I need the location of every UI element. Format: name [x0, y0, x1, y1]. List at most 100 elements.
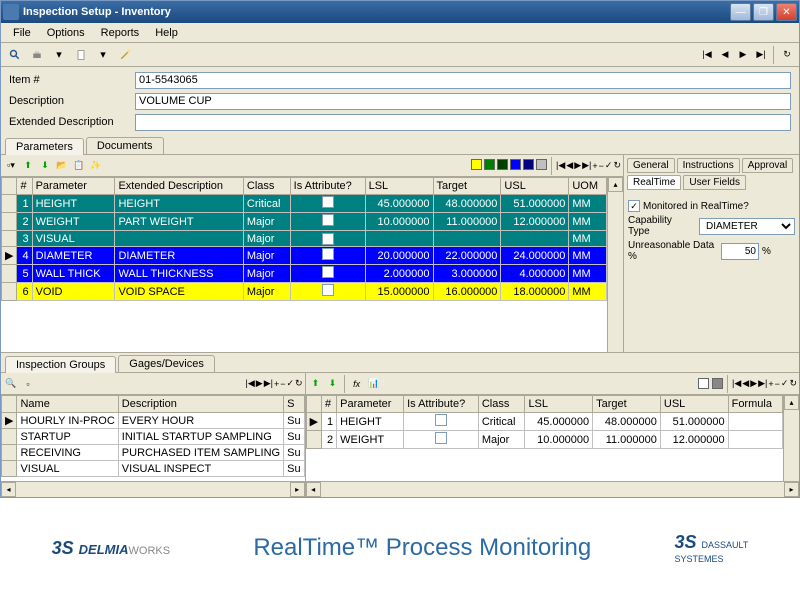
gpn-ok[interactable]: ✓: [781, 378, 789, 389]
color-gray[interactable]: [712, 378, 723, 389]
col-header[interactable]: Parameter: [337, 396, 404, 413]
gn-last[interactable]: ▶|: [264, 378, 273, 389]
chart-icon[interactable]: 📊: [366, 376, 382, 392]
col-header[interactable]: USL: [660, 396, 728, 413]
col-header[interactable]: Extended Description: [115, 178, 243, 195]
gp-row[interactable]: ▶1HEIGHTCritical45.00000048.00000051.000…: [306, 413, 782, 431]
refresh-icon[interactable]: ↻: [779, 47, 795, 63]
gpn-del[interactable]: −: [775, 379, 780, 389]
group-params-grid-wrapper[interactable]: #ParameterIs Attribute?ClassLSLTargetUSL…: [306, 395, 799, 481]
unreason-input[interactable]: [721, 243, 759, 260]
gpn-prev[interactable]: ◀: [742, 378, 749, 389]
dropdown-icon-2[interactable]: ▾: [93, 45, 113, 65]
wizard2-icon[interactable]: ✨: [88, 158, 104, 174]
col-header[interactable]: LSL: [365, 178, 433, 195]
col-header[interactable]: S: [284, 396, 304, 413]
gp-down-icon[interactable]: ⬇: [325, 376, 341, 392]
col-header[interactable]: UOM: [569, 178, 607, 195]
tab-gages[interactable]: Gages/Devices: [118, 355, 215, 372]
fx-icon[interactable]: fx: [349, 376, 365, 392]
param-row[interactable]: 2WEIGHTPART WEIGHTMajor10.00000011.00000…: [2, 213, 607, 231]
print-icon[interactable]: [27, 45, 47, 65]
capability-select[interactable]: DIAMETER: [699, 218, 795, 235]
gnav-first[interactable]: |◀: [556, 160, 565, 171]
groups-grid-wrapper[interactable]: NameDescriptionS▶HOURLY IN-PROCEVERY HOU…: [1, 395, 305, 481]
param-row[interactable]: ▶4DIAMETERDIAMETERMajor20.00000022.00000…: [2, 247, 607, 265]
gnav-ok[interactable]: ✓: [605, 160, 613, 171]
copy-icon[interactable]: 📋: [71, 158, 87, 174]
tab-general[interactable]: General: [627, 158, 675, 173]
tab-userfields[interactable]: User Fields: [683, 175, 746, 190]
color-swatch[interactable]: [523, 159, 534, 170]
gp-vscroll[interactable]: ▴: [783, 395, 799, 481]
param-row[interactable]: 3VISUALMajor✓MM: [2, 231, 607, 247]
col-header[interactable]: Formula: [728, 396, 782, 413]
col-header[interactable]: LSL: [525, 396, 593, 413]
nav-next-icon[interactable]: ▶: [735, 47, 751, 63]
menu-help[interactable]: Help: [147, 25, 186, 41]
param-row[interactable]: 1HEIGHTHEIGHTCritical45.00000048.0000005…: [2, 195, 607, 213]
gn-ref[interactable]: ↻: [295, 378, 303, 389]
gnav-last[interactable]: ▶|: [582, 160, 591, 171]
col-header[interactable]: Parameter: [32, 178, 115, 195]
col-header[interactable]: Name: [17, 396, 118, 413]
color-swatch[interactable]: [510, 159, 521, 170]
menu-reports[interactable]: Reports: [93, 25, 148, 41]
new-icon[interactable]: ▫▾: [3, 158, 19, 174]
gnav-prev[interactable]: ◀: [566, 160, 573, 171]
color-swatch[interactable]: [484, 159, 495, 170]
monitored-checkbox[interactable]: ✓: [628, 200, 640, 212]
menu-options[interactable]: Options: [39, 25, 93, 41]
gn-add[interactable]: +: [274, 379, 279, 389]
gn-del[interactable]: −: [280, 379, 285, 389]
gn-ok[interactable]: ✓: [286, 378, 294, 389]
gpn-first[interactable]: |◀: [732, 378, 741, 389]
gnav-del[interactable]: −: [599, 161, 604, 171]
col-header[interactable]: Target: [593, 396, 661, 413]
gn-first[interactable]: |◀: [246, 378, 255, 389]
gpn-ref[interactable]: ↻: [789, 378, 797, 389]
col-header[interactable]: Is Attribute?: [290, 178, 365, 195]
gp-up-icon[interactable]: ⬆: [308, 376, 324, 392]
desc-input[interactable]: [135, 93, 791, 110]
tab-documents[interactable]: Documents: [86, 137, 164, 154]
group-row[interactable]: STARTUPINITIAL STARTUP SAMPLINGSu: [2, 429, 305, 445]
gnav-next[interactable]: ▶: [574, 160, 581, 171]
open-icon[interactable]: 📂: [54, 158, 70, 174]
tab-parameters[interactable]: Parameters: [5, 138, 84, 155]
groups-hscroll[interactable]: ◂▸: [1, 481, 305, 497]
col-header[interactable]: #: [17, 178, 32, 195]
col-header[interactable]: Class: [243, 178, 290, 195]
color-swatch[interactable]: [536, 159, 547, 170]
group-row[interactable]: RECEIVINGPURCHASED ITEM SAMPLINGSu: [2, 445, 305, 461]
wizard-icon[interactable]: [115, 45, 135, 65]
search-icon[interactable]: [5, 45, 25, 65]
col-header[interactable]: Class: [478, 396, 525, 413]
gnav-cancel[interactable]: ↻: [613, 160, 621, 171]
maximize-button[interactable]: ❐: [753, 3, 774, 21]
menu-file[interactable]: File: [5, 25, 39, 41]
gn-play[interactable]: ▶: [256, 378, 263, 389]
down-icon[interactable]: ⬇: [37, 158, 53, 174]
col-header[interactable]: Description: [118, 396, 283, 413]
params-vscroll[interactable]: ▴: [607, 177, 623, 352]
color-swatch[interactable]: [497, 159, 508, 170]
minimize-button[interactable]: —: [730, 3, 751, 21]
clipboard-icon[interactable]: [71, 45, 91, 65]
tab-inspection-groups[interactable]: Inspection Groups: [5, 356, 116, 373]
color-white[interactable]: [698, 378, 709, 389]
close-button[interactable]: ✕: [776, 3, 797, 21]
group-row[interactable]: VISUALVISUAL INSPECTSu: [2, 461, 305, 477]
up-icon[interactable]: ⬆: [20, 158, 36, 174]
dropdown-icon[interactable]: ▾: [49, 45, 69, 65]
col-header[interactable]: Is Attribute?: [404, 396, 479, 413]
tab-realtime[interactable]: RealTime: [627, 175, 681, 190]
gpn-next[interactable]: ▶: [750, 378, 757, 389]
groups-new-icon[interactable]: ▫: [20, 376, 36, 392]
nav-prev-icon[interactable]: ◀: [717, 47, 733, 63]
gp-hscroll[interactable]: ◂▸: [306, 481, 799, 497]
item-input[interactable]: [135, 72, 791, 89]
col-header[interactable]: USL: [501, 178, 569, 195]
col-header[interactable]: Target: [433, 178, 501, 195]
group-row[interactable]: ▶HOURLY IN-PROCEVERY HOURSu: [2, 413, 305, 429]
